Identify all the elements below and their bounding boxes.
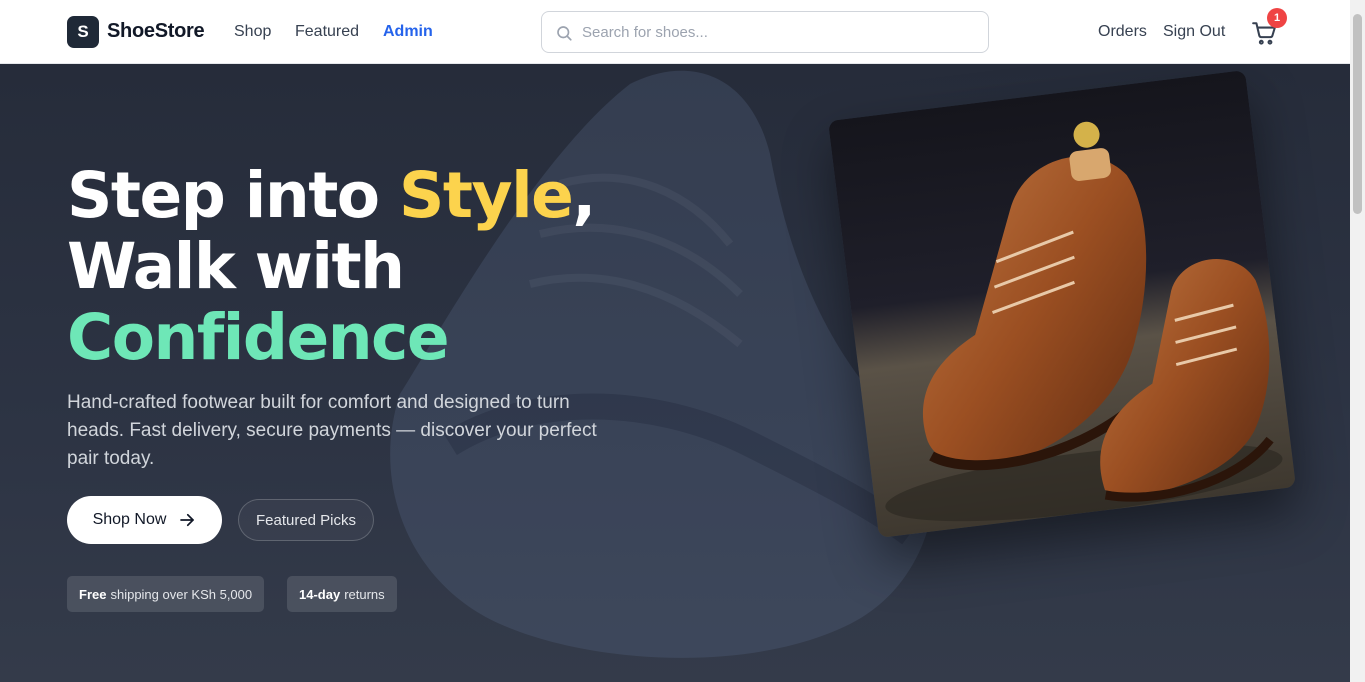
logo-icon[interactable]: S [67,16,99,48]
returns-badge: 14-day returns [287,576,397,612]
search-input[interactable] [582,13,982,51]
chip-text: shipping over KSh 5,000 [110,586,253,602]
headline-text: Step into [67,159,400,232]
headline-highlight-style: Style [399,159,574,232]
headline-comma: , [572,159,596,232]
scrollbar-thumb[interactable] [1353,14,1362,214]
shop-now-button[interactable]: Shop Now [67,496,222,544]
hero-section: Step into Style, Walk with Confidence Ha… [0,64,1350,682]
shop-now-label: Shop Now [92,511,167,528]
orders-link[interactable]: Orders [1098,23,1147,41]
top-navbar: S ShoeStore Shop Featured Admin Orders S… [0,0,1350,64]
nav-shop-link[interactable]: Shop [234,23,271,41]
brogue-shoes-photo [827,69,1297,539]
hero-subtitle: Hand-crafted footwear built for comfort … [67,392,597,469]
arrow-right-icon [180,513,195,527]
sign-out-link[interactable]: Sign Out [1163,23,1225,41]
cart-count-badge: 1 [1267,8,1287,28]
free-shipping-badge: Free shipping over KSh 5,000 [67,576,265,612]
headline-line-1: Step into Style, [67,159,596,232]
search-icon [557,26,572,41]
hero-headline: Step into Style, Walk with Confidence [67,159,596,374]
headline-highlight-confidence: Confidence [67,301,450,374]
chip-bold-text: Free [79,586,107,602]
chip-text: returns [344,586,385,602]
search-box [541,11,989,53]
featured-picks-button[interactable]: Featured Picks [238,499,374,541]
page-scrollbar[interactable] [1350,0,1365,682]
nav-admin-link[interactable]: Admin [383,23,433,41]
headline-line-2: Walk with [67,230,405,303]
nav-featured-link[interactable]: Featured [295,23,359,41]
brand-name[interactable]: ShoeStore [107,20,205,43]
chip-bold-text: 14-day [299,586,341,602]
